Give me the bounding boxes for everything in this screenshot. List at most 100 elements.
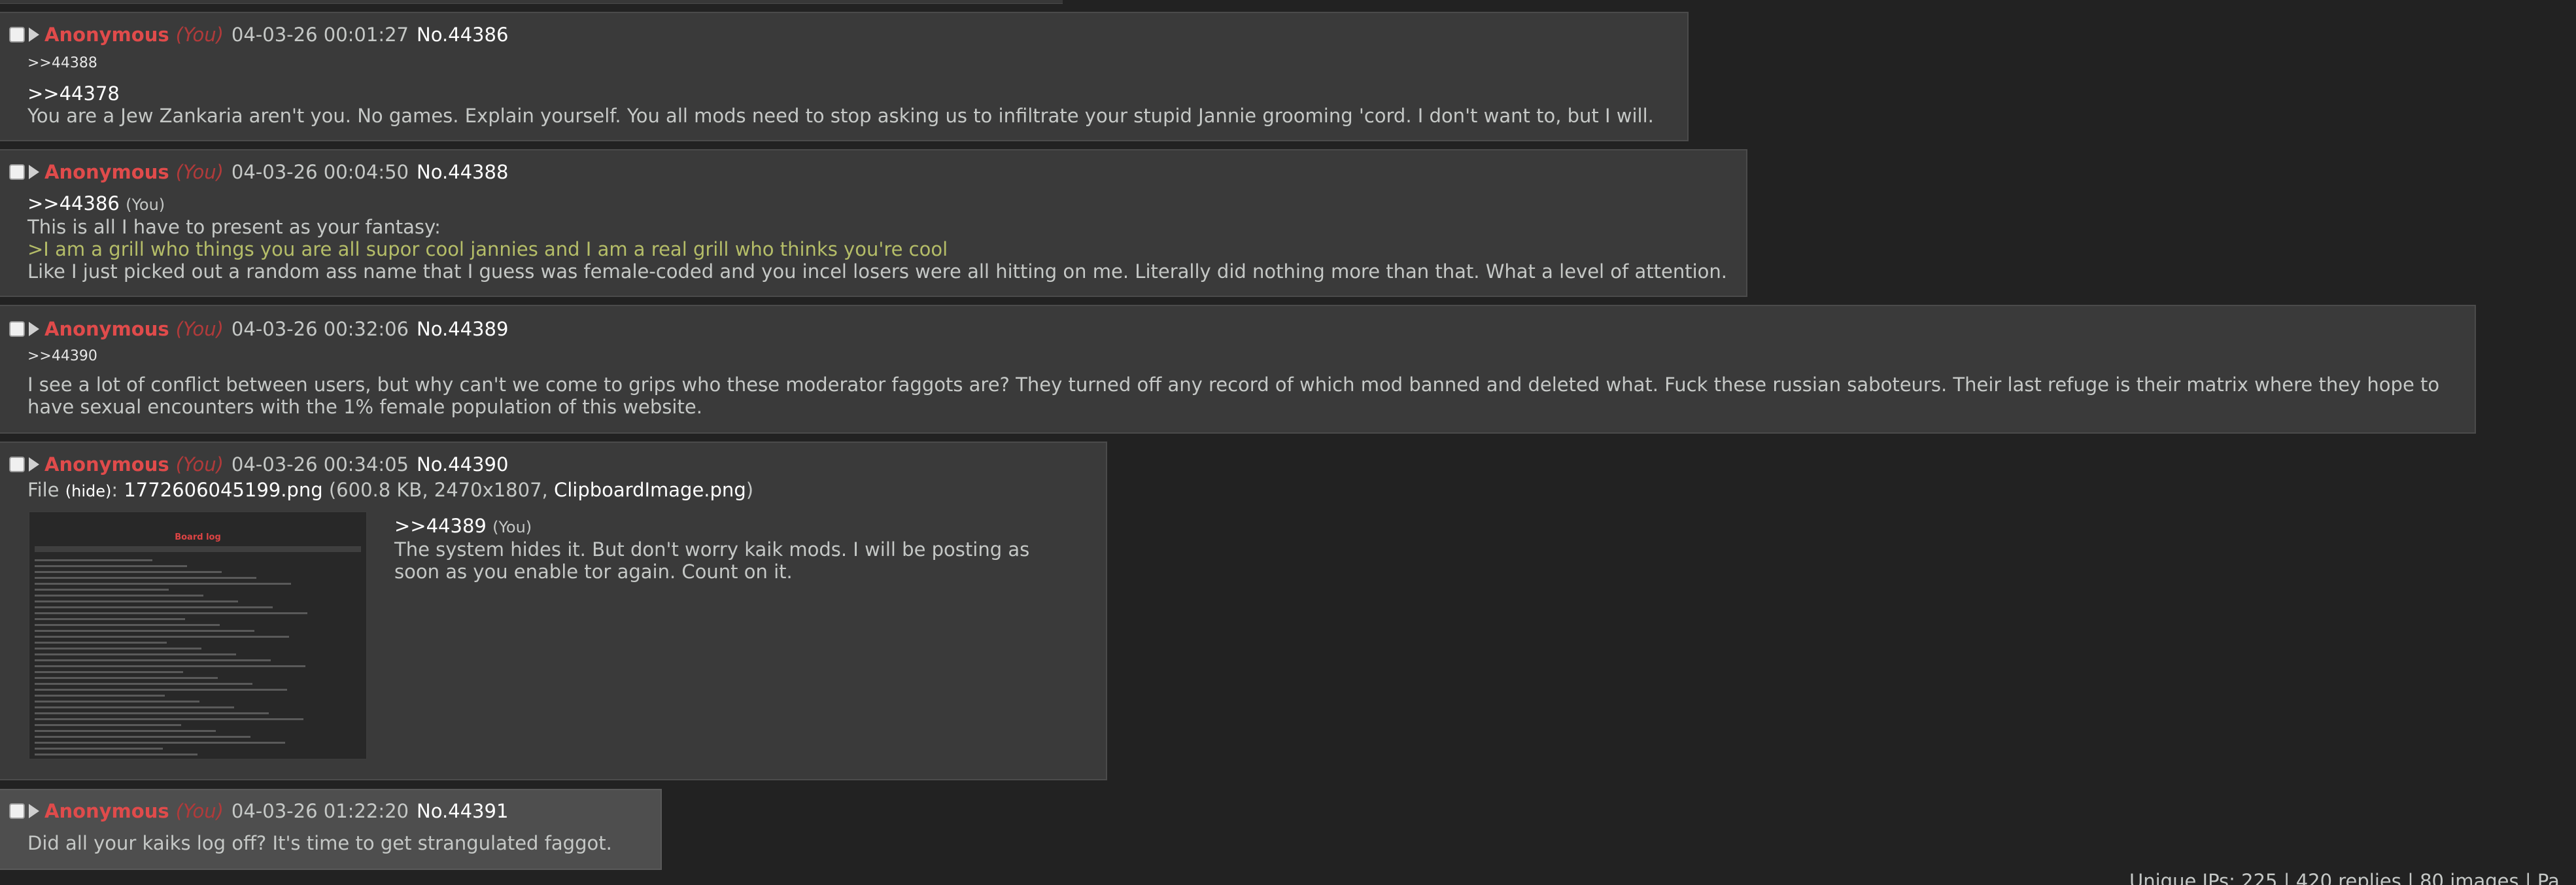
thumbnail-table-header: [35, 546, 361, 552]
hide-file-link[interactable]: (hide): [65, 482, 112, 500]
post-menu-arrow-icon[interactable]: [29, 165, 39, 179]
message-line: soon as you enable tor again. Count on i…: [394, 561, 793, 583]
thumbnail-log-row: [35, 612, 307, 614]
you-tag: (You): [175, 453, 224, 476]
poster-name: Anonymous: [44, 24, 169, 46]
post-message: Did all your kaiks log off? It's time to…: [27, 832, 612, 854]
thumbnail-log-row: [35, 712, 269, 714]
quote-link[interactable]: >>44386: [27, 192, 120, 215]
thumbnail-log-row: [35, 665, 305, 667]
post-44386: Anonymous (You) 04-03-26 00:01:27 No.443…: [0, 12, 1689, 141]
post-info: Anonymous (You) 04-03-26 00:34:05 No.443…: [9, 453, 508, 476]
you-tag: (You): [175, 318, 224, 340]
thumbnail-log-row: [35, 648, 201, 650]
post-message: >>44389 (You) The system hides it. But d…: [394, 515, 1029, 583]
thumbnail-title: Board log: [175, 532, 221, 542]
post-select-checkbox[interactable]: [9, 803, 25, 819]
thumbnail-log-row: [35, 730, 216, 732]
thumbnail-log-row: [35, 624, 220, 626]
thumbnail-log-row: [35, 695, 165, 697]
post-number-link[interactable]: No.44386: [417, 24, 508, 46]
thread-stats: Unique IPs: 225 | 420 replies | 80 image…: [2129, 870, 2560, 885]
post-44391: Anonymous (You) 04-03-26 01:22:20 No.443…: [0, 789, 662, 870]
message-line: have sexual encounters with the 1% femal…: [27, 396, 702, 418]
thumbnail-log-row: [35, 636, 289, 638]
thumbnail-log-row: [35, 659, 271, 661]
quote-you-tag: (You): [492, 518, 532, 536]
thumbnail-log-row: [35, 736, 250, 738]
post-message: I see a lot of conflict between users, b…: [27, 373, 2439, 418]
thumbnail-log-row: [35, 754, 197, 755]
previous-post-edge: [0, 0, 1063, 4]
poster-name: Anonymous: [44, 318, 169, 340]
post-menu-arrow-icon[interactable]: [29, 457, 39, 472]
thumbnail-log-row: [35, 724, 181, 726]
message-line: This is all I have to present as your fa…: [27, 216, 441, 238]
post-44390: Anonymous (You) 04-03-26 00:34:05 No.443…: [0, 442, 1107, 780]
message-line: Like I just picked out a random ass name…: [27, 260, 1727, 283]
post-44389: Anonymous (You) 04-03-26 00:32:06 No.443…: [0, 305, 2476, 434]
thumbnail-log-row: [35, 689, 287, 691]
post-date: 04-03-26 00:34:05: [231, 453, 409, 476]
post-number-link[interactable]: No.44388: [417, 161, 508, 183]
you-tag: (You): [175, 800, 224, 822]
thumbnail-log-row: [35, 583, 291, 585]
file-label: File: [27, 479, 65, 501]
post-menu-arrow-icon[interactable]: [29, 804, 39, 818]
thumbnail-log-row: [35, 642, 167, 644]
file-meta-close: ): [746, 479, 754, 501]
file-colon: :: [111, 479, 124, 501]
post-number-link[interactable]: No.44389: [417, 318, 508, 340]
poster-name: Anonymous: [44, 161, 169, 183]
quote-link[interactable]: >>44378: [27, 82, 120, 105]
post-number-link[interactable]: No.44391: [417, 800, 508, 822]
message-line: You are a Jew Zankaria aren't you. No ga…: [27, 105, 1654, 127]
backlink[interactable]: >>44390: [27, 345, 97, 368]
thumbnail-log-row: [35, 618, 185, 620]
post-date: 04-03-26 00:01:27: [231, 24, 409, 46]
thumbnail-log-row: [35, 677, 218, 679]
you-tag: (You): [175, 24, 224, 46]
file-meta: (600.8 KB, 2470x1807,: [322, 479, 554, 501]
post-info: Anonymous (You) 04-03-26 00:04:50 No.443…: [9, 160, 508, 184]
thumbnail-log-row: [35, 748, 163, 750]
poster-name: Anonymous: [44, 800, 169, 822]
thumbnail-log-row: [35, 589, 169, 591]
file-thumbnail[interactable]: Board log: [29, 512, 367, 759]
thumbnail-log-row: [35, 653, 236, 655]
post-info: Anonymous (You) 04-03-26 00:01:27 No.443…: [9, 23, 508, 46]
thumbnail-log-row: [35, 595, 203, 597]
quote-link[interactable]: >>44389: [394, 515, 487, 537]
thumbnail-log-row: [35, 683, 252, 685]
thumbnail-log-row: [35, 701, 199, 703]
thumbnail-log-row: [35, 600, 238, 602]
post-date: 04-03-26 00:04:50: [231, 161, 409, 183]
post-number-link[interactable]: No.44390: [417, 453, 508, 476]
message-line: I see a lot of conflict between users, b…: [27, 373, 2440, 396]
thumbnail-log-row: [35, 671, 183, 673]
quote-you-tag: (You): [126, 196, 165, 214]
message-line: The system hides it. But don't worry kai…: [394, 538, 1030, 561]
thumbnail-log-row: [35, 577, 256, 579]
file-link[interactable]: 1772606045199.png: [124, 479, 322, 501]
greentext-line: >I am a grill who things you are all sup…: [27, 238, 948, 260]
thumbnail-log-row: [35, 571, 222, 573]
post-select-checkbox[interactable]: [9, 457, 25, 472]
backlink[interactable]: >>44388: [27, 52, 97, 75]
post-menu-arrow-icon[interactable]: [29, 27, 39, 42]
post-menu-arrow-icon[interactable]: [29, 322, 39, 336]
post-select-checkbox[interactable]: [9, 164, 25, 180]
thumbnail-log-row: [35, 559, 152, 561]
original-filename: ClipboardImage.png: [553, 479, 746, 501]
post-date: 04-03-26 01:22:20: [231, 800, 409, 822]
post-message: >>44378 You are a Jew Zankaria aren't yo…: [27, 82, 1654, 127]
you-tag: (You): [175, 161, 224, 183]
post-select-checkbox[interactable]: [9, 321, 25, 337]
post-select-checkbox[interactable]: [9, 27, 25, 43]
poster-name: Anonymous: [44, 453, 169, 476]
thumbnail-log-row: [35, 606, 273, 608]
post-message: >>44386 (You) This is all I have to pres…: [27, 192, 1727, 283]
thumbnail-log-row: [35, 742, 285, 744]
thumbnail-log-row: [35, 718, 303, 720]
post-info: Anonymous (You) 04-03-26 00:32:06 No.443…: [9, 317, 508, 341]
